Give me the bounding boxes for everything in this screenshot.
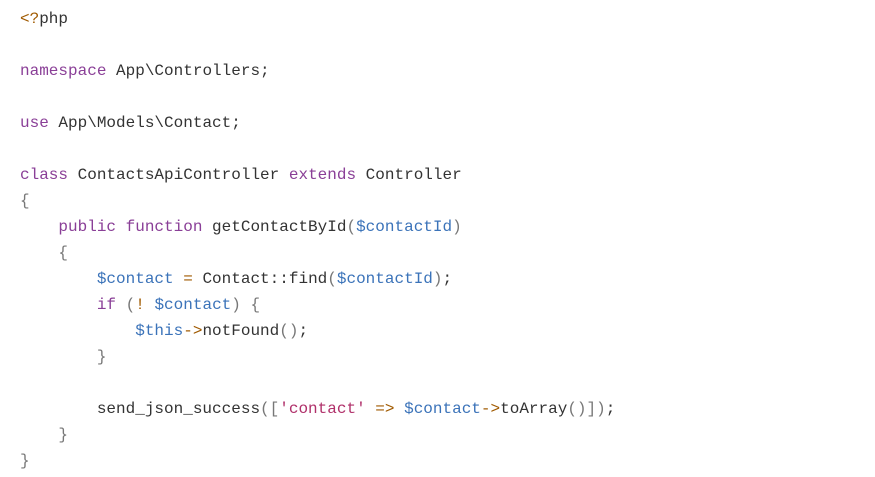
code-token-default: send_json_success (20, 400, 261, 418)
code-token-punct: ) (231, 296, 241, 314)
code-token-default (20, 270, 97, 288)
code-token-default: ; (442, 270, 453, 288)
code-line: } (20, 448, 615, 474)
code-line: class ContactsApiController extends Cont… (20, 162, 615, 188)
code-token-punct: } (96, 348, 107, 366)
code-token-punct: { (58, 244, 69, 262)
code-token-keyword: public (58, 218, 117, 236)
code-token-keyword: namespace (20, 62, 107, 80)
code-line: { (20, 240, 615, 266)
code-token-punct: ( (327, 270, 337, 288)
code-line: public function getContactById($contactI… (20, 214, 615, 240)
code-token-punct: } (20, 452, 30, 470)
code-token-default: php (39, 10, 69, 28)
code-token-punct: { (250, 296, 261, 314)
code-token-phptag: <? (20, 10, 40, 28)
code-line: } (20, 422, 615, 448)
code-token-punct: ) (452, 218, 462, 236)
code-token-keyword: use (20, 114, 49, 132)
code-token-variable: $contact (404, 400, 481, 418)
code-token-default (20, 348, 97, 366)
code-token-punct: () (279, 322, 299, 340)
code-token-default: Controller (356, 166, 462, 184)
code-token-default: ; (298, 322, 309, 340)
code-token-punct: ( (346, 218, 357, 236)
code-block: <?php namespace App\Controllers; use App\M… (20, 6, 615, 474)
code-token-operator: -> (480, 400, 501, 418)
code-token-default (20, 296, 97, 314)
code-line: send_json_success(['contact' => $contact… (20, 396, 616, 422)
code-token-default (20, 426, 58, 444)
code-token-default: App\Controllers; (106, 62, 270, 80)
code-token-default: getContactById (202, 218, 347, 236)
code-token-default (394, 400, 404, 418)
code-token-operator: -> (183, 322, 203, 340)
code-line: } (20, 344, 615, 370)
code-token-default: Contact::find (192, 270, 328, 288)
code-token-keyword: function (125, 218, 203, 236)
code-token-variable: $this (135, 322, 184, 340)
code-token-variable: $contactId (336, 270, 433, 288)
code-token-punct: { (20, 192, 30, 210)
code-token-operator: ! (135, 296, 145, 314)
code-token-punct: ( (125, 296, 136, 314)
code-token-default (174, 270, 184, 288)
code-token-operator: => (375, 400, 395, 418)
code-line: use App\Models\Contact; (20, 110, 615, 136)
code-token-default (20, 244, 58, 262)
code-token-variable: $contact (96, 270, 174, 288)
code-token-default (366, 400, 376, 418)
code-token-operator: = (183, 270, 193, 288)
code-token-default (116, 296, 126, 314)
code-token-string: 'contact' (279, 400, 366, 418)
code-token-default: ContactsApiController (68, 166, 289, 184)
code-line: namespace App\Controllers; (20, 58, 615, 84)
code-token-keyword: if (96, 296, 117, 314)
code-token-default (20, 322, 135, 340)
code-token-keyword: extends (288, 166, 357, 184)
code-token-default (20, 218, 58, 236)
code-line: <?php (20, 6, 615, 32)
code-line: $contact = Contact::find($contactId); (20, 266, 615, 292)
code-token-punct: } (58, 426, 69, 444)
code-token-variable: $contactId (356, 218, 453, 236)
code-token-default: toArray (500, 400, 568, 418)
code-token-default: App\Models\Contact; (48, 114, 241, 132)
code-token-keyword: class (20, 166, 69, 184)
code-line: { (20, 188, 615, 214)
code-token-punct: ([ (260, 400, 280, 418)
code-token-punct: ()]) (567, 400, 606, 418)
code-token-default (116, 218, 126, 236)
code-token-punct: ) (432, 270, 443, 288)
code-token-variable: $contact (154, 296, 232, 314)
code-token-default: ; (605, 400, 616, 418)
code-token-default: notFound (202, 322, 280, 340)
code-token-default (145, 296, 155, 314)
code-line: if (! $contact) { (20, 292, 615, 318)
code-line: $this->notFound(); (20, 318, 615, 344)
